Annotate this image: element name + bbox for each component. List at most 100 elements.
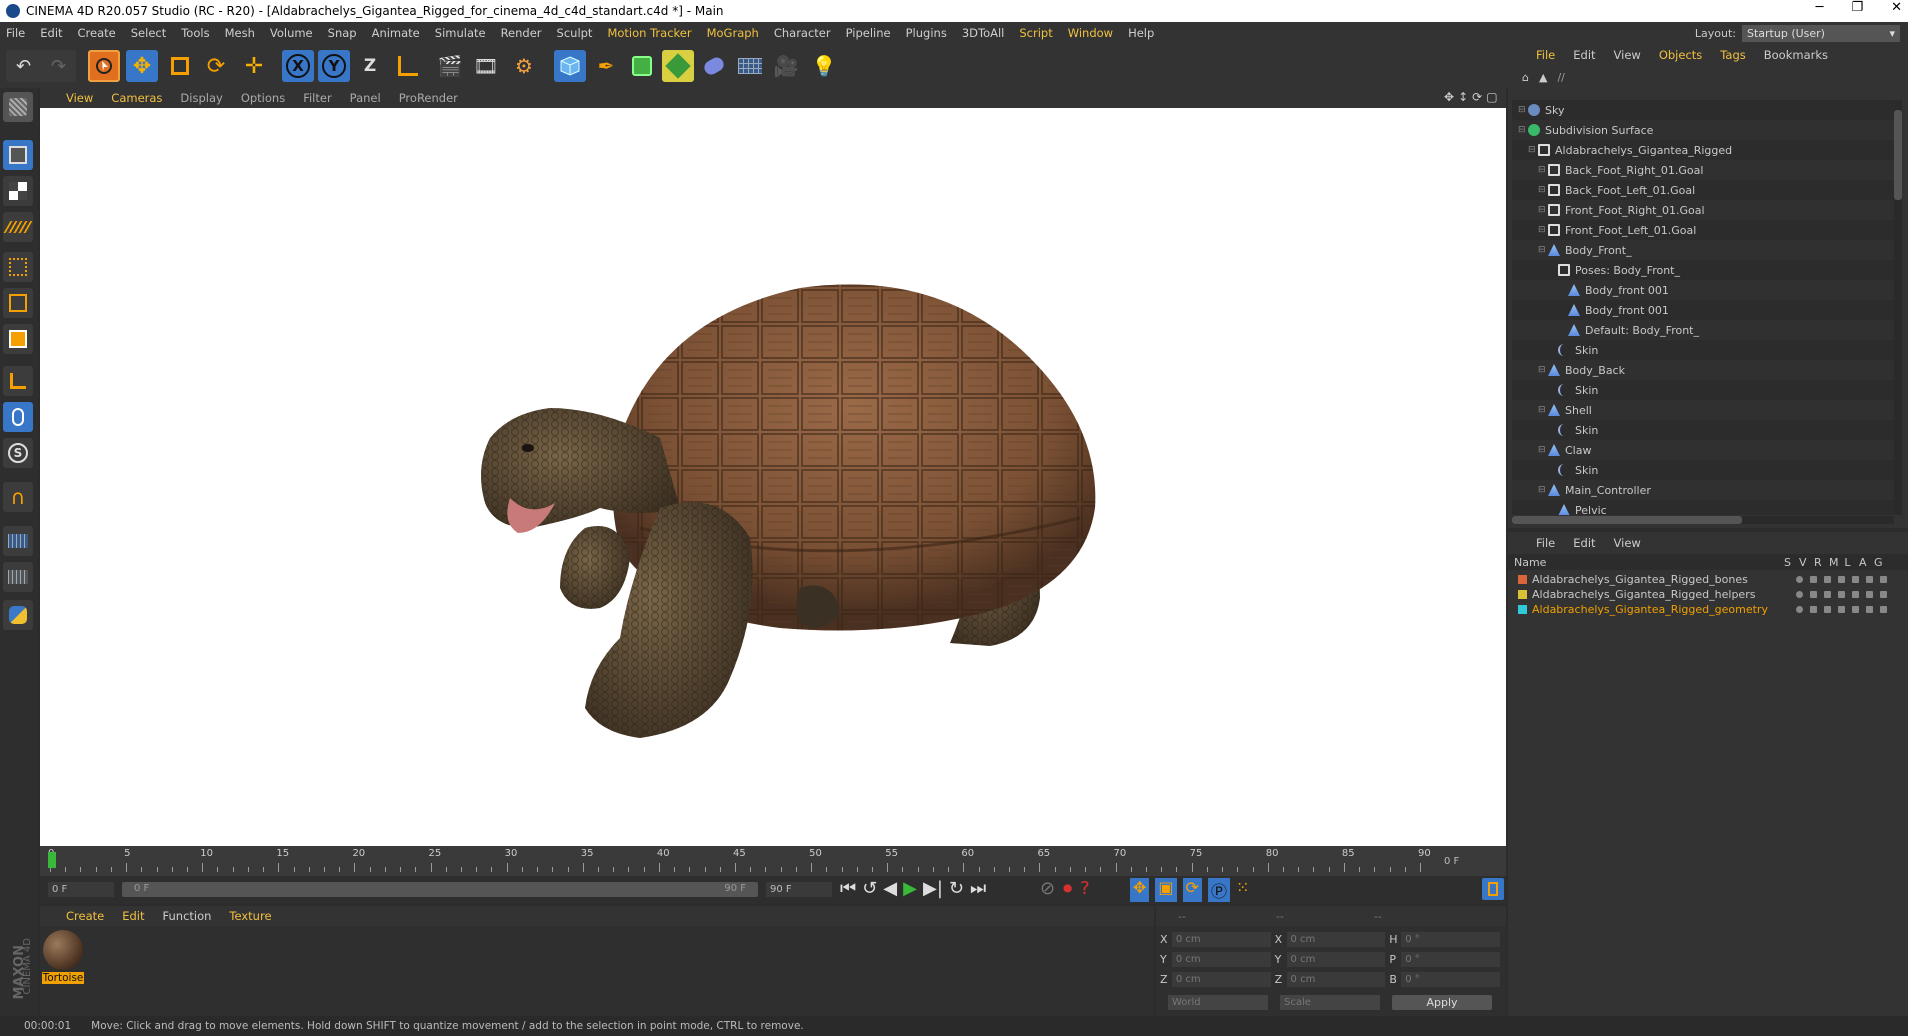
tree-item[interactable]: Skin bbox=[1512, 460, 1894, 480]
start-frame-field[interactable]: 0 F bbox=[48, 882, 114, 897]
maximize-icon[interactable]: ▢ bbox=[1486, 90, 1497, 104]
deformer-button[interactable] bbox=[698, 50, 730, 82]
apply-button[interactable]: Apply bbox=[1392, 995, 1492, 1010]
tree-item[interactable]: ⊟ Main_Controller bbox=[1512, 480, 1894, 500]
tree-item[interactable]: ⊟ Front_Foot_Left_01.Goal bbox=[1512, 220, 1894, 240]
visible-icon[interactable] bbox=[1810, 606, 1817, 613]
next-key-icon[interactable]: ↻ bbox=[949, 878, 964, 899]
key-rotation-icon[interactable]: ⟳ bbox=[1182, 878, 1202, 902]
lock-icon[interactable] bbox=[1852, 591, 1859, 598]
layer-row[interactable]: Aldabrachelys_Gigantea_Rigged_geometry bbox=[1508, 602, 1908, 617]
orbit-icon[interactable]: ⟳ bbox=[1472, 90, 1482, 104]
object-menu-tags[interactable]: Tags bbox=[1720, 48, 1745, 62]
generator-icon[interactable] bbox=[1880, 591, 1887, 598]
animation-icon[interactable] bbox=[1866, 591, 1873, 598]
layout-dropdown[interactable]: Startup (User) bbox=[1742, 25, 1900, 42]
tree-item[interactable]: ⊟ Front_Foot_Right_01.Goal bbox=[1512, 200, 1894, 220]
menu-3dtoall[interactable]: 3DToAll bbox=[962, 26, 1005, 40]
z-size-field[interactable]: 0 cm bbox=[1286, 972, 1386, 987]
cube-button[interactable] bbox=[554, 50, 586, 82]
timeline-window-button[interactable] bbox=[1482, 878, 1504, 900]
edge-mode-button[interactable] bbox=[3, 288, 33, 318]
key-scale-icon[interactable]: ▣ bbox=[1155, 878, 1177, 902]
tree-item[interactable]: Poses: Body_Front_ bbox=[1512, 260, 1894, 280]
key-pla-icon[interactable]: ⁙ bbox=[1236, 878, 1249, 902]
world-dropdown[interactable]: World bbox=[1168, 995, 1268, 1010]
texture-mode-button[interactable] bbox=[3, 176, 33, 206]
pan-icon[interactable]: ✥ bbox=[1444, 90, 1454, 104]
menu-mograph[interactable]: MoGraph bbox=[707, 26, 759, 40]
material-menu-function[interactable]: Function bbox=[163, 909, 212, 923]
light-button[interactable]: 💡 bbox=[808, 50, 840, 82]
workplane-mode-button[interactable] bbox=[3, 212, 33, 242]
next-frame-icon[interactable]: ▶| bbox=[923, 878, 943, 899]
tree-expand-icon[interactable]: ⊟ bbox=[1528, 145, 1538, 155]
layer-color-swatch[interactable] bbox=[1518, 605, 1527, 614]
minimize-button[interactable]: ─ bbox=[1816, 0, 1824, 15]
layer-menu-file[interactable]: File bbox=[1536, 536, 1555, 550]
layer-color-swatch[interactable] bbox=[1518, 590, 1527, 599]
x-size-field[interactable]: 0 cm bbox=[1286, 932, 1386, 947]
tree-expand-icon[interactable]: ⊟ bbox=[1538, 225, 1548, 235]
grid-button[interactable] bbox=[3, 562, 33, 592]
menu-help[interactable]: Help bbox=[1128, 26, 1154, 40]
p-rotation-field[interactable]: 0 ° bbox=[1401, 952, 1500, 967]
solo-icon[interactable] bbox=[1796, 576, 1803, 583]
z-position-field[interactable]: 0 cm bbox=[1171, 972, 1271, 987]
up-arrow-icon[interactable]: ▲ bbox=[1539, 71, 1547, 84]
visible-icon[interactable] bbox=[1810, 591, 1817, 598]
viewport-menu-display[interactable]: Display bbox=[180, 91, 222, 105]
end-frame-field[interactable]: 90 F bbox=[766, 882, 832, 897]
menu-pipeline[interactable]: Pipeline bbox=[846, 26, 891, 40]
tree-item[interactable]: Skin bbox=[1512, 420, 1894, 440]
solo-icon[interactable] bbox=[1796, 591, 1803, 598]
tree-item[interactable]: ⊟ Back_Foot_Right_01.Goal bbox=[1512, 160, 1894, 180]
menu-mesh[interactable]: Mesh bbox=[225, 26, 255, 40]
menu-edit[interactable]: Edit bbox=[40, 26, 62, 40]
menu-character[interactable]: Character bbox=[774, 26, 831, 40]
y-axis-button[interactable]: Y bbox=[318, 50, 350, 82]
camera-button[interactable]: 🎥 bbox=[770, 50, 802, 82]
render-view-button[interactable]: 🎬 bbox=[434, 50, 466, 82]
play-icon[interactable]: ▶ bbox=[903, 878, 917, 899]
viewport-menu-panel[interactable]: Panel bbox=[350, 91, 381, 105]
tree-expand-icon[interactable]: ⊟ bbox=[1538, 485, 1548, 495]
motion-path-icon[interactable]: ⊘ bbox=[1040, 878, 1055, 899]
scale-dropdown[interactable]: Scale bbox=[1280, 995, 1380, 1010]
axis-mode-button[interactable] bbox=[3, 366, 33, 396]
menu-create[interactable]: Create bbox=[78, 26, 116, 40]
autokey-icon[interactable]: ? bbox=[1080, 878, 1090, 899]
solo-icon[interactable] bbox=[1796, 606, 1803, 613]
go-to-start-icon[interactable]: ⏮ bbox=[840, 878, 856, 899]
tree-item[interactable]: Body_front 001 bbox=[1512, 280, 1894, 300]
menu-motion-tracker[interactable]: Motion Tracker bbox=[607, 26, 691, 40]
tree-item[interactable]: ⊟ Body_Front_ bbox=[1512, 240, 1894, 260]
frame-range-slider[interactable]: 0 F 90 F bbox=[122, 882, 758, 897]
manager-icon[interactable] bbox=[1838, 576, 1845, 583]
recent-tool-button[interactable]: ✛ bbox=[238, 50, 270, 82]
render-to-picture-viewer-button[interactable]: 🎞 bbox=[470, 50, 502, 82]
go-to-end-icon[interactable]: ⏭ bbox=[970, 878, 986, 899]
animation-icon[interactable] bbox=[1866, 606, 1873, 613]
tree-item[interactable]: Default: Body_Front_ bbox=[1512, 320, 1894, 340]
lock-icon[interactable] bbox=[1852, 576, 1859, 583]
point-mode-button[interactable] bbox=[3, 252, 33, 282]
home-icon[interactable]: ⌂ bbox=[1522, 71, 1529, 84]
scale-tool-button[interactable] bbox=[164, 50, 196, 82]
tree-expand-icon[interactable]: ⊟ bbox=[1538, 245, 1548, 255]
python-button[interactable] bbox=[3, 600, 33, 630]
tree-item[interactable]: Body_front 001 bbox=[1512, 300, 1894, 320]
object-menu-bookmarks[interactable]: Bookmarks bbox=[1764, 48, 1828, 62]
x-position-field[interactable]: 0 cm bbox=[1171, 932, 1271, 947]
3d-viewport[interactable] bbox=[40, 108, 1506, 846]
material-menu-edit[interactable]: Edit bbox=[122, 909, 144, 923]
viewport-menu-filter[interactable]: Filter bbox=[303, 91, 331, 105]
lock-icon[interactable] bbox=[1852, 606, 1859, 613]
generator-icon[interactable] bbox=[1880, 576, 1887, 583]
object-menu-view[interactable]: View bbox=[1614, 48, 1641, 62]
tree-expand-icon[interactable]: ⊟ bbox=[1538, 185, 1548, 195]
model-mode-button[interactable] bbox=[3, 140, 33, 170]
render-icon[interactable] bbox=[1824, 591, 1831, 598]
menu-volume[interactable]: Volume bbox=[270, 26, 313, 40]
tree-expand-icon[interactable]: ⊟ bbox=[1538, 365, 1548, 375]
